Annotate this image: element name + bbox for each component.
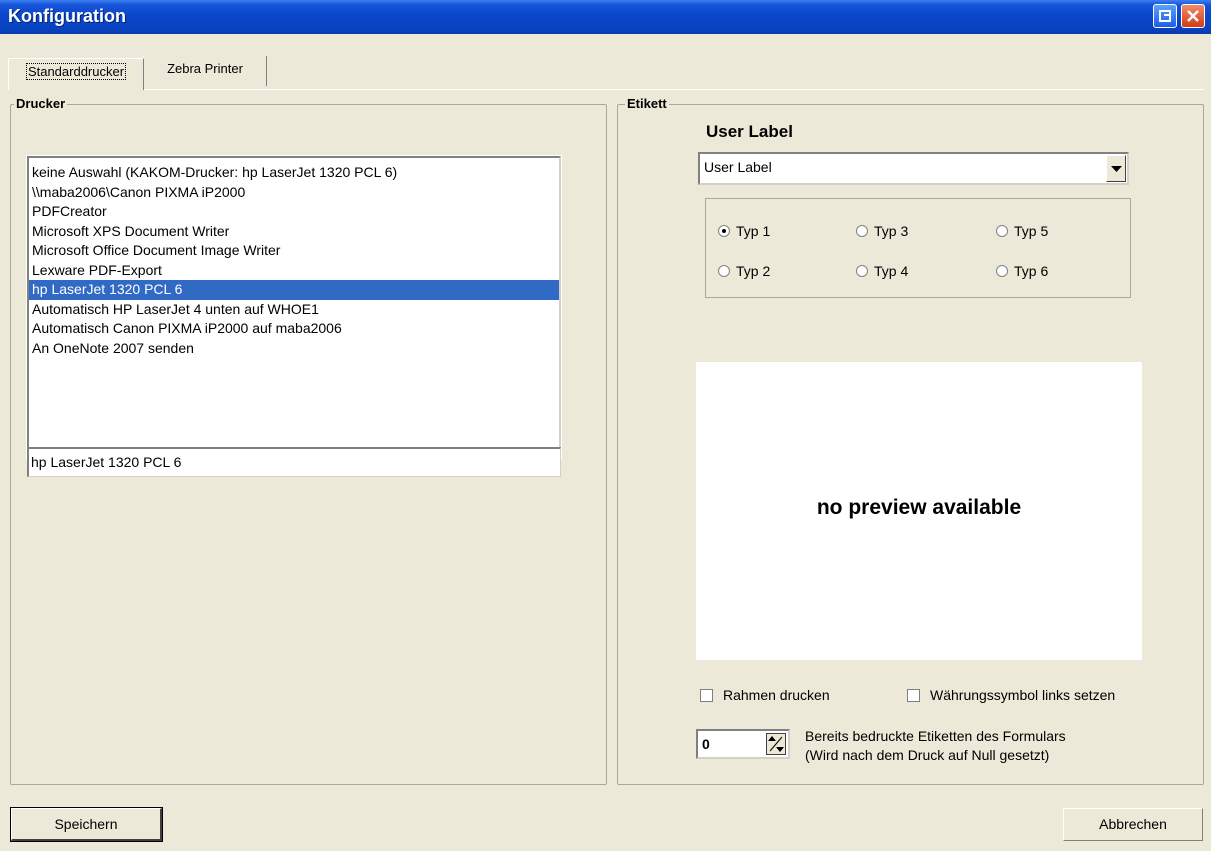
selected-printer-field[interactable]: hp LaserJet 1320 PCL 6 bbox=[27, 447, 561, 477]
printer-list-item[interactable]: Lexware PDF-Export bbox=[29, 261, 559, 281]
printer-list-item[interactable]: Microsoft XPS Document Writer bbox=[29, 222, 559, 242]
updown-arrow-icon bbox=[768, 736, 784, 752]
radio-typ-1[interactable]: Typ 1 bbox=[718, 223, 770, 239]
printer-list-item[interactable]: An OneNote 2007 senden bbox=[29, 339, 559, 359]
radio-indicator bbox=[856, 225, 868, 237]
printer-list-item[interactable]: Automatisch Canon PIXMA iP2000 auf maba2… bbox=[29, 319, 559, 339]
printed-count-text-line1: Bereits bedruckte Etiketten des Formular… bbox=[805, 728, 1066, 744]
radio-label: Typ 1 bbox=[736, 223, 771, 239]
checkbox-label: Währungssymbol links setzen bbox=[930, 687, 1116, 703]
radio-label: Typ 4 bbox=[874, 263, 909, 279]
spinner-updown-button[interactable] bbox=[766, 733, 786, 755]
radio-indicator bbox=[856, 265, 868, 277]
window-title: Konfiguration bbox=[8, 6, 126, 26]
etikett-group-label: Etikett bbox=[625, 96, 669, 111]
checkbox-box bbox=[700, 688, 713, 702]
printed-count-spinner[interactable]: 0 bbox=[696, 729, 790, 759]
checkbox-rahmen-drucken[interactable]: Rahmen drucken bbox=[700, 687, 830, 703]
radio-label: Typ 6 bbox=[1014, 263, 1049, 279]
label-select-dropdown-button[interactable] bbox=[1106, 155, 1126, 182]
close-icon bbox=[1187, 10, 1199, 22]
radio-indicator bbox=[996, 265, 1008, 277]
tab-standarddrucker[interactable]: Standarddrucker bbox=[8, 58, 144, 90]
checkbox-label: Rahmen drucken bbox=[723, 687, 830, 703]
printer-list-item[interactable]: Automatisch HP LaserJet 4 unten auf WHOE… bbox=[29, 300, 559, 320]
radio-label: Typ 3 bbox=[874, 223, 909, 239]
radio-typ-2[interactable]: Typ 2 bbox=[718, 263, 770, 279]
tab-label: Zebra Printer bbox=[167, 61, 243, 76]
title-bar[interactable]: Konfiguration bbox=[0, 0, 1211, 34]
printed-count-value: 0 bbox=[702, 736, 710, 752]
radio-indicator bbox=[718, 265, 730, 277]
preview-message: no preview available bbox=[816, 496, 1022, 519]
restore-button[interactable] bbox=[1153, 4, 1177, 28]
printed-count-description: Bereits bedruckte Etiketten des Formular… bbox=[805, 727, 1066, 765]
drucker-group-label: Drucker bbox=[14, 96, 68, 111]
printer-list-item[interactable]: \\maba2006\Canon PIXMA iP2000 bbox=[29, 183, 559, 203]
save-button[interactable]: Speichern bbox=[10, 807, 163, 842]
label-select-value: User Label bbox=[704, 159, 772, 175]
printer-list-item[interactable]: PDFCreator bbox=[29, 202, 559, 222]
radio-label: Typ 2 bbox=[736, 263, 771, 279]
radio-typ-6[interactable]: Typ 6 bbox=[996, 263, 1048, 279]
tab-zebra-printer[interactable]: Zebra Printer bbox=[143, 56, 267, 86]
printer-list-item[interactable]: hp LaserJet 1320 PCL 6 bbox=[29, 280, 559, 300]
radio-indicator bbox=[996, 225, 1008, 237]
radio-typ-3[interactable]: Typ 3 bbox=[856, 223, 908, 239]
label-preview: no preview available bbox=[696, 362, 1142, 660]
radio-label: Typ 5 bbox=[1014, 223, 1049, 239]
checkbox-box bbox=[907, 688, 920, 702]
radio-typ-4[interactable]: Typ 4 bbox=[856, 263, 908, 279]
printer-list-item[interactable]: keine Auswahl (KAKOM-Drucker: hp LaserJe… bbox=[29, 163, 559, 183]
close-button[interactable] bbox=[1181, 4, 1205, 28]
label-heading: User Label bbox=[706, 122, 793, 141]
cancel-button[interactable]: Abbrechen bbox=[1063, 808, 1203, 841]
printer-list: keine Auswahl (KAKOM-Drucker: hp LaserJe… bbox=[29, 158, 559, 358]
restore-icon bbox=[1159, 10, 1171, 22]
printer-list-item[interactable]: Microsoft Office Document Image Writer bbox=[29, 241, 559, 261]
printed-count-text-line2: (Wird nach dem Druck auf Null gesetzt) bbox=[805, 747, 1050, 763]
tab-divider bbox=[8, 89, 1204, 90]
printer-listbox[interactable]: keine Auswahl (KAKOM-Drucker: hp LaserJe… bbox=[26, 155, 562, 460]
tab-label: Standarddrucker bbox=[25, 63, 127, 80]
checkbox-waehrungssymbol[interactable]: Währungssymbol links setzen bbox=[907, 687, 1115, 703]
label-type-group bbox=[705, 198, 1131, 298]
radio-indicator bbox=[718, 225, 730, 237]
chevron-down-icon bbox=[1111, 166, 1122, 172]
radio-typ-5[interactable]: Typ 5 bbox=[996, 223, 1048, 239]
label-select[interactable]: User Label bbox=[698, 152, 1129, 185]
